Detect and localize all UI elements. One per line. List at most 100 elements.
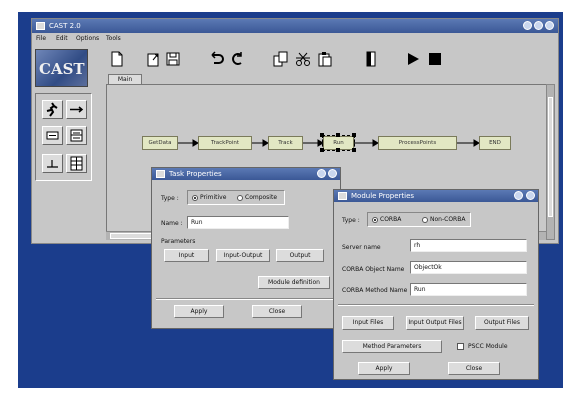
- menu-file[interactable]: File: [36, 33, 46, 44]
- stop-icon[interactable]: [427, 51, 443, 67]
- selection-handle[interactable]: [336, 133, 340, 137]
- selection-handle[interactable]: [320, 148, 324, 152]
- method-name-field[interactable]: Run: [410, 283, 527, 296]
- method-parameters-button[interactable]: Method Parameters: [342, 340, 442, 353]
- flow-node[interactable]: TrackPoint: [198, 136, 252, 150]
- input-button[interactable]: Input: [164, 249, 209, 262]
- close-icon[interactable]: [545, 21, 554, 30]
- flow-node-label: END: [489, 140, 501, 146]
- radio-primitive[interactable]: [192, 195, 198, 201]
- pscc-module-checkbox[interactable]: [457, 343, 464, 350]
- menu-tools[interactable]: Tools: [106, 33, 121, 44]
- cast-logo: CAST: [35, 49, 88, 87]
- input-files-button[interactable]: Input Files: [342, 316, 394, 330]
- vertical-scrollbar[interactable]: [546, 84, 555, 240]
- main-window-title: CAST 2.0: [49, 22, 81, 30]
- module-tool-button[interactable]: [66, 126, 87, 145]
- radio-composite[interactable]: [237, 195, 243, 201]
- object-name-label: CORBA Object Name: [342, 266, 405, 273]
- flow-node-label: ProcessPoints: [398, 140, 437, 146]
- dialog-separator: [338, 304, 534, 306]
- server-name-field[interactable]: rh: [410, 239, 527, 252]
- method-name-label: CORBA Method Name: [342, 287, 408, 294]
- scroll-thumb[interactable]: [548, 97, 553, 217]
- flow-node[interactable]: ProcessPoints: [378, 136, 457, 150]
- object-name-field[interactable]: ObjectOk: [410, 261, 527, 274]
- task-properties-dialog: Task Properties Type : Primitive Composi…: [151, 167, 341, 329]
- radio-primitive-label: Primitive: [200, 194, 227, 201]
- flow-node-label: GetData: [148, 140, 172, 146]
- menu-options[interactable]: Options: [76, 33, 99, 44]
- open-file-icon[interactable]: [145, 51, 161, 67]
- minimize-icon[interactable]: [317, 169, 326, 178]
- module-definition-button[interactable]: Module definition: [258, 276, 330, 289]
- name-field[interactable]: Run: [187, 216, 289, 229]
- run-play-icon[interactable]: [405, 51, 421, 67]
- cut-icon[interactable]: [295, 51, 311, 67]
- flow-node-label: Track: [278, 140, 293, 146]
- parameters-label: Parameters: [161, 238, 196, 245]
- flow-node[interactable]: GetData: [142, 136, 178, 150]
- copy-icon[interactable]: [273, 51, 289, 67]
- dialog-separator: [156, 298, 336, 300]
- close-button[interactable]: Close: [448, 362, 500, 375]
- grid-icon: [70, 156, 83, 171]
- maximize-icon[interactable]: [534, 21, 543, 30]
- type-radio-group: Primitive Composite: [187, 190, 285, 205]
- selection-handle[interactable]: [320, 133, 324, 137]
- selection-handle[interactable]: [352, 148, 356, 152]
- task-properties-title: Task Properties: [169, 170, 222, 178]
- selection-handle[interactable]: [352, 133, 356, 137]
- server-name-label: Server name: [342, 244, 381, 251]
- module-properties-title-bar[interactable]: Module Properties: [334, 190, 538, 202]
- radio-corba-label: CORBA: [380, 216, 402, 223]
- radio-non-corba[interactable]: [422, 217, 428, 223]
- task-tool-button[interactable]: [42, 126, 63, 145]
- type-label: Type :: [161, 195, 179, 202]
- end-node-icon: [47, 160, 58, 168]
- task-box-icon: [46, 131, 59, 140]
- exit-door-icon[interactable]: [363, 51, 379, 67]
- pscc-module-label: PSCC Module: [468, 343, 508, 350]
- selection-handle[interactable]: [336, 148, 340, 152]
- connect-tool-button[interactable]: [66, 100, 87, 119]
- select-tool-button[interactable]: [42, 100, 63, 119]
- arrow-right-icon: [70, 106, 84, 113]
- paste-icon[interactable]: [317, 51, 333, 67]
- apply-button[interactable]: Apply: [358, 362, 410, 375]
- end-tool-button[interactable]: [42, 154, 63, 173]
- type-radio-group: CORBA Non-CORBA: [367, 212, 471, 227]
- main-title-bar[interactable]: CAST 2.0: [32, 19, 558, 33]
- close-icon[interactable]: [328, 169, 337, 178]
- module-properties-dialog: Module Properties Type : CORBA Non-CORBA…: [333, 189, 539, 380]
- grid-tool-button[interactable]: [66, 154, 87, 173]
- redo-icon[interactable]: [229, 51, 245, 67]
- radio-non-corba-label: Non-CORBA: [430, 216, 466, 223]
- logo-text: CAST: [39, 60, 85, 78]
- name-label: Name :: [161, 220, 183, 227]
- close-button[interactable]: Close: [252, 305, 302, 318]
- task-properties-title-bar[interactable]: Task Properties: [152, 168, 340, 180]
- input-output-button[interactable]: Input-Output: [216, 249, 270, 262]
- undo-icon[interactable]: [209, 51, 225, 67]
- dialog-icon: [338, 192, 347, 200]
- radio-composite-label: Composite: [245, 194, 278, 201]
- tab-main[interactable]: Main: [108, 74, 142, 84]
- output-files-button[interactable]: Output Files: [475, 316, 529, 330]
- menu-edit[interactable]: Edit: [56, 33, 68, 44]
- save-icon[interactable]: [165, 51, 181, 67]
- minimize-icon[interactable]: [514, 191, 523, 200]
- input-output-files-button[interactable]: Input Output Files: [406, 316, 464, 330]
- apply-button[interactable]: Apply: [174, 305, 224, 318]
- close-icon[interactable]: [526, 191, 535, 200]
- radio-corba[interactable]: [372, 217, 378, 223]
- module-box-icon: [70, 129, 83, 142]
- app-icon: [36, 22, 45, 30]
- new-document-icon[interactable]: [109, 51, 125, 67]
- tab-main-label: Main: [117, 76, 133, 83]
- output-button[interactable]: Output: [276, 249, 324, 262]
- flow-node[interactable]: END: [479, 136, 511, 150]
- flow-node[interactable]: Track: [268, 136, 303, 150]
- runner-icon: [46, 102, 58, 117]
- minimize-icon[interactable]: [523, 21, 532, 30]
